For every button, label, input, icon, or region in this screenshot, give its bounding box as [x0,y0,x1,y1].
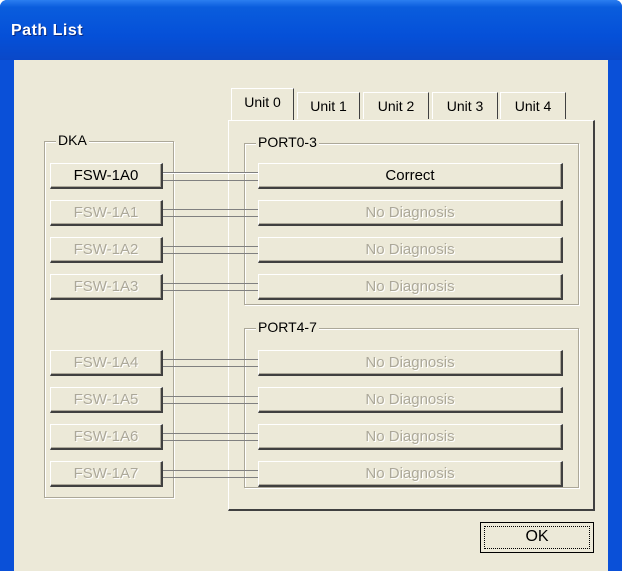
path-line-2b [162,253,260,254]
port0-3-label: PORT0-3 [256,134,319,150]
path-line-1b [162,216,260,217]
port2-status-button[interactable]: No Diagnosis [258,237,563,263]
port3-status-button[interactable]: No Diagnosis [258,274,563,300]
port6-status-button[interactable]: No Diagnosis [258,424,563,450]
tab-unit-0[interactable]: Unit 0 [231,88,294,120]
fsw-1a7-button[interactable]: FSW-1A7 [50,461,163,487]
ok-button-label: OK [525,528,549,545]
path-line-4b [162,366,260,367]
fsw-1a6-button[interactable]: FSW-1A6 [50,424,163,450]
path-line-5b [162,403,260,404]
fsw-1a5-button[interactable]: FSW-1A5 [50,387,163,413]
tab-unit-1[interactable]: Unit 1 [297,92,360,119]
dka-label: DKA [56,132,89,148]
path-line-4 [162,359,260,360]
fsw-1a4-button[interactable]: FSW-1A4 [50,350,163,376]
path-line-3b [162,290,260,291]
port0-status-button[interactable]: Correct [258,163,563,189]
path-line-6b [162,440,260,441]
port7-status-button[interactable]: No Diagnosis [258,461,563,487]
tab-unit-4[interactable]: Unit 4 [500,92,566,119]
path-line-7b [162,477,260,478]
path-line-1 [162,209,260,210]
window-title: Path List [11,22,84,39]
path-list-window: Path List DKA Unit 0 Unit 1 Unit 2 Unit … [0,0,622,571]
path-line-5 [162,396,260,397]
ok-button[interactable]: OK [480,522,594,553]
title-bar[interactable]: Path List [0,0,622,60]
path-line-6 [162,433,260,434]
path-line-3 [162,283,260,284]
path-line-0-hl [162,173,260,174]
fsw-1a3-button[interactable]: FSW-1A3 [50,274,163,300]
tab-unit-2[interactable]: Unit 2 [363,92,429,119]
fsw-1a0-button[interactable]: FSW-1A0 [50,163,163,189]
path-line-7 [162,470,260,471]
port5-status-button[interactable]: No Diagnosis [258,387,563,413]
path-line-2 [162,246,260,247]
port4-7-label: PORT4-7 [256,319,319,335]
tab-unit-3[interactable]: Unit 3 [432,92,498,119]
path-line-0b [162,180,260,181]
port1-status-button[interactable]: No Diagnosis [258,200,563,226]
port4-status-button[interactable]: No Diagnosis [258,350,563,376]
fsw-1a1-button[interactable]: FSW-1A1 [50,200,163,226]
fsw-1a2-button[interactable]: FSW-1A2 [50,237,163,263]
